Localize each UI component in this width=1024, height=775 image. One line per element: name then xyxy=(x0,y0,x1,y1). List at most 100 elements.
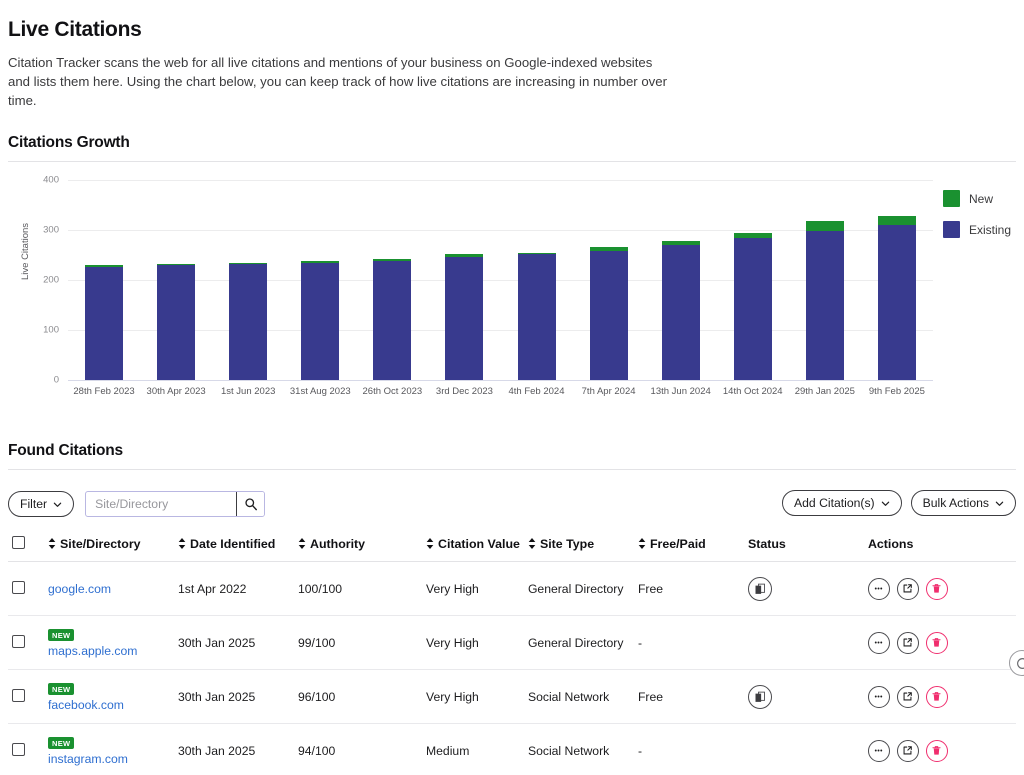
new-badge: NEW xyxy=(48,737,75,750)
external-link-button[interactable] xyxy=(896,577,919,600)
bar-segment-existing xyxy=(229,264,268,380)
search-input[interactable] xyxy=(86,492,237,516)
select-all-header xyxy=(8,530,44,562)
stacked-bar[interactable] xyxy=(373,259,412,380)
more-button[interactable] xyxy=(867,577,890,600)
chart-x-axis-ticks: 28th Feb 2023 30th Apr 2023 1st Jun 2023 31… xyxy=(68,386,933,397)
bar-column xyxy=(68,180,140,380)
bar-segment-existing xyxy=(301,263,340,380)
column-header-date[interactable]: Date Identified xyxy=(174,530,294,562)
search-box[interactable] xyxy=(85,491,266,517)
more-button[interactable] xyxy=(867,685,890,708)
bar-segment-existing xyxy=(517,254,556,380)
add-citations-button[interactable]: Add Citation(s) xyxy=(782,490,902,516)
row-checkbox[interactable] xyxy=(12,688,25,702)
site-cell: NEW maps.apple.com xyxy=(44,615,174,670)
bar-column xyxy=(573,180,645,380)
trash-button[interactable] xyxy=(925,631,948,654)
chart-bars xyxy=(68,180,933,380)
bulk-actions-button[interactable]: Bulk Actions xyxy=(910,490,1016,516)
stacked-bar[interactable] xyxy=(517,252,556,380)
heading-divider xyxy=(8,161,1016,162)
bar-column xyxy=(356,180,428,380)
x-tick-label: 26th Oct 2023 xyxy=(362,386,423,397)
filter-button[interactable]: Filter xyxy=(8,491,75,517)
sort-icon xyxy=(298,538,306,549)
site-link[interactable]: maps.apple.com xyxy=(48,644,170,658)
bar-column xyxy=(861,180,933,380)
duplicate-icon xyxy=(755,583,765,594)
new-badge: NEW xyxy=(48,629,75,642)
trash-button[interactable] xyxy=(925,739,948,762)
row-checkbox[interactable] xyxy=(12,634,25,648)
site-type-cell: General Directory xyxy=(523,615,634,670)
free-paid-cell: - xyxy=(633,615,744,670)
x-tick-label: 14th Oct 2024 xyxy=(722,386,783,397)
date-cell: 30th Jan 2025 xyxy=(174,615,294,670)
column-header-site-type[interactable]: Site Type xyxy=(523,530,634,562)
external-link-icon xyxy=(903,692,913,701)
stacked-bar[interactable] xyxy=(229,263,268,380)
bar-segment-existing xyxy=(877,225,916,380)
sort-icon xyxy=(426,538,434,549)
column-header-citation-value[interactable]: Citation Value xyxy=(422,530,524,562)
stacked-bar[interactable] xyxy=(877,216,916,380)
status-cell xyxy=(743,723,864,775)
stacked-bar[interactable] xyxy=(733,233,772,380)
legend-item[interactable]: Existing xyxy=(943,221,1011,238)
trash-button[interactable] xyxy=(925,685,948,708)
x-tick-label: 31st Aug 2023 xyxy=(289,386,351,397)
filter-button-label: Filter xyxy=(20,497,48,511)
site-cell: NEW facebook.com xyxy=(44,669,174,724)
legend-swatch xyxy=(943,221,960,238)
stacked-bar[interactable] xyxy=(445,254,484,380)
external-link-button[interactable] xyxy=(896,739,919,762)
gridline-0 xyxy=(68,380,933,381)
legend-item[interactable]: New xyxy=(943,190,1011,207)
citation-value-cell: Very High xyxy=(422,615,524,670)
live-citations-page: Live Citations Citation Tracker scans th… xyxy=(0,18,1024,775)
trash-icon xyxy=(932,746,942,755)
more-button[interactable] xyxy=(867,739,890,762)
stacked-bar[interactable] xyxy=(301,260,340,380)
chart-legend: New Existing xyxy=(943,190,1011,252)
column-header-free-paid[interactable]: Free/Paid xyxy=(633,530,744,562)
stacked-bar[interactable] xyxy=(661,240,700,380)
column-header-actions: Actions xyxy=(863,530,1016,562)
row-action-group xyxy=(867,739,1012,762)
external-link-icon xyxy=(903,584,913,593)
column-label: Date Identified xyxy=(190,537,276,551)
actions-cell xyxy=(863,561,1016,616)
external-link-button[interactable] xyxy=(896,631,919,654)
authority-cell: 96/100 xyxy=(294,669,422,724)
page-title: Live Citations xyxy=(8,18,142,41)
search-button[interactable] xyxy=(236,492,265,516)
status-cell xyxy=(743,669,864,724)
x-tick-label: 7th Apr 2024 xyxy=(581,386,636,397)
select-all-checkbox[interactable] xyxy=(12,536,25,549)
column-label: Citation Value xyxy=(438,537,520,551)
row-checkbox[interactable] xyxy=(12,580,25,594)
more-button[interactable] xyxy=(867,631,890,654)
more-icon xyxy=(875,641,883,644)
row-checkbox[interactable] xyxy=(12,742,25,756)
stacked-bar[interactable] xyxy=(157,264,196,380)
column-label: Authority xyxy=(310,537,366,551)
trash-button[interactable] xyxy=(925,577,948,600)
status-duplicate-button[interactable] xyxy=(747,576,772,601)
stacked-bar[interactable] xyxy=(589,247,628,380)
bar-segment-new xyxy=(805,221,844,231)
citations-growth-heading: Citations Growth xyxy=(8,134,130,151)
site-link[interactable]: instagram.com xyxy=(48,752,170,766)
column-header-authority[interactable]: Authority xyxy=(294,530,422,562)
external-link-button[interactable] xyxy=(896,685,919,708)
stacked-bar[interactable] xyxy=(805,221,844,380)
site-link[interactable]: facebook.com xyxy=(48,698,170,712)
bar-column xyxy=(789,180,861,380)
site-link[interactable]: google.com xyxy=(48,582,170,596)
row-action-group xyxy=(867,577,1012,600)
row-select-cell xyxy=(8,723,44,775)
stacked-bar[interactable] xyxy=(85,264,124,380)
column-header-site[interactable]: Site/Directory xyxy=(44,530,174,562)
status-duplicate-button[interactable] xyxy=(747,684,772,709)
